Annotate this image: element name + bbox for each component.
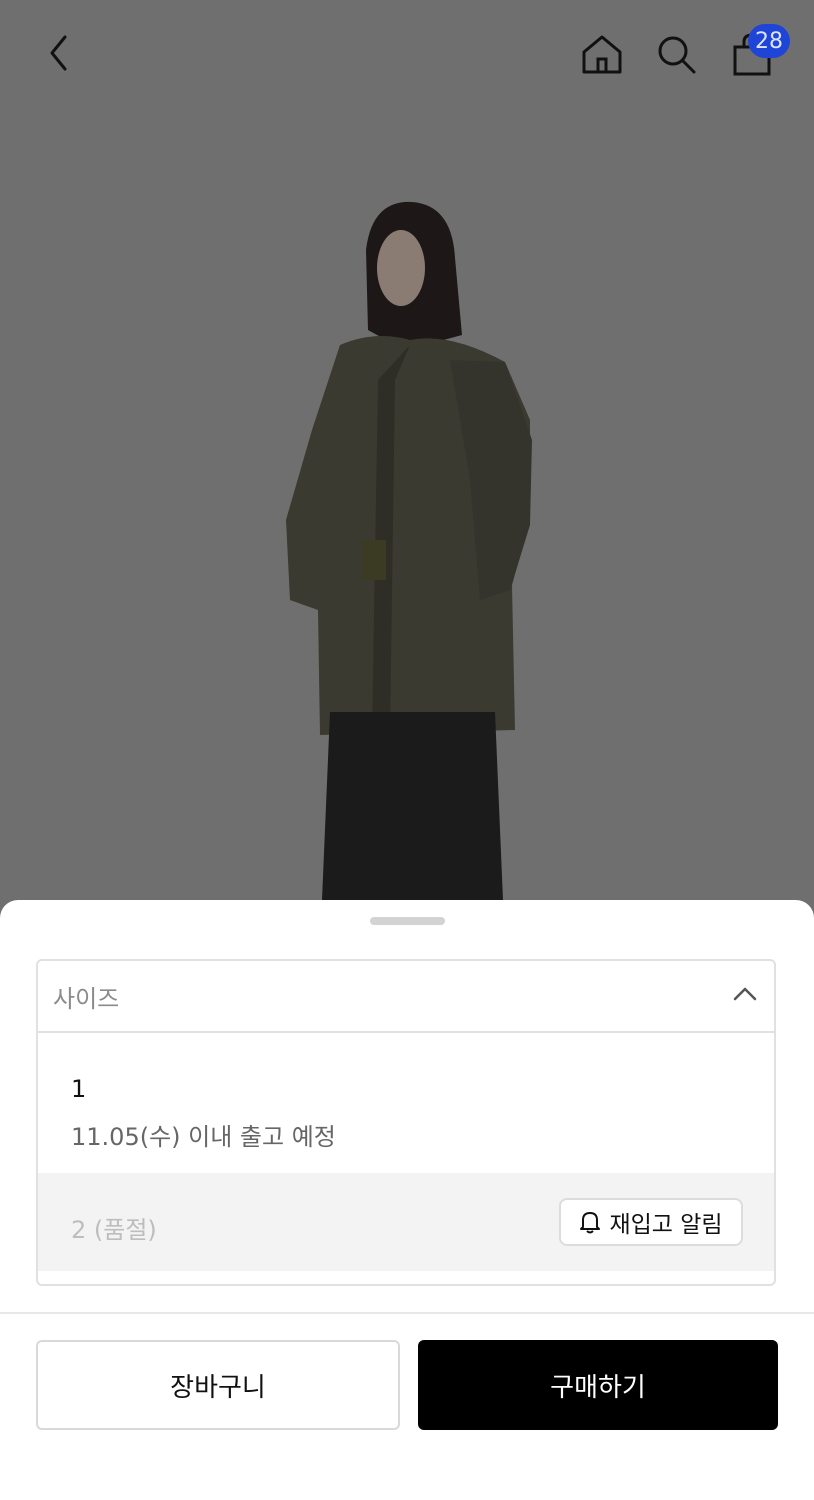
chevron-left-icon xyxy=(50,35,67,71)
top-bar: 28 xyxy=(0,0,814,110)
back-button[interactable] xyxy=(36,30,82,76)
chevron-up-icon[interactable] xyxy=(730,979,760,1009)
restock-alert-button[interactable]: 재입고 알림 xyxy=(559,1198,743,1246)
sheet-drag-handle[interactable] xyxy=(370,917,445,925)
size-option-2-soldout: 2 (품절) 재입고 알림 xyxy=(38,1173,774,1271)
search-button[interactable] xyxy=(652,30,700,78)
add-to-cart-button[interactable]: 장바구니 xyxy=(36,1340,400,1430)
buy-now-button[interactable]: 구매하기 xyxy=(418,1340,778,1430)
size-dropdown-header[interactable]: 사이즈 xyxy=(38,961,774,1033)
size-dropdown-label: 사이즈 xyxy=(53,985,120,1013)
size-dropdown[interactable]: 사이즈 1 11.05(수) 이내 출고 예정 2 (품절) 재입고 알림 xyxy=(36,959,776,1286)
size-option-label: 2 (품절) xyxy=(71,1216,157,1244)
divider xyxy=(0,1312,814,1314)
home-icon xyxy=(582,35,622,74)
option-bottom-sheet: 사이즈 1 11.05(수) 이내 출고 예정 2 (품절) 재입고 알림 장바… xyxy=(0,900,814,1500)
bell-icon xyxy=(580,1212,601,1234)
size-option-1[interactable]: 1 11.05(수) 이내 출고 예정 xyxy=(38,1033,774,1173)
restock-alert-label: 재입고 알림 xyxy=(609,1212,723,1238)
search-icon xyxy=(658,36,696,74)
home-button[interactable] xyxy=(578,30,626,78)
product-image xyxy=(0,0,814,905)
cart-count-badge: 28 xyxy=(748,24,790,58)
size-option-label: 1 xyxy=(71,1075,87,1103)
shipping-date-note: 11.05(수) 이내 출고 예정 xyxy=(71,1123,336,1151)
